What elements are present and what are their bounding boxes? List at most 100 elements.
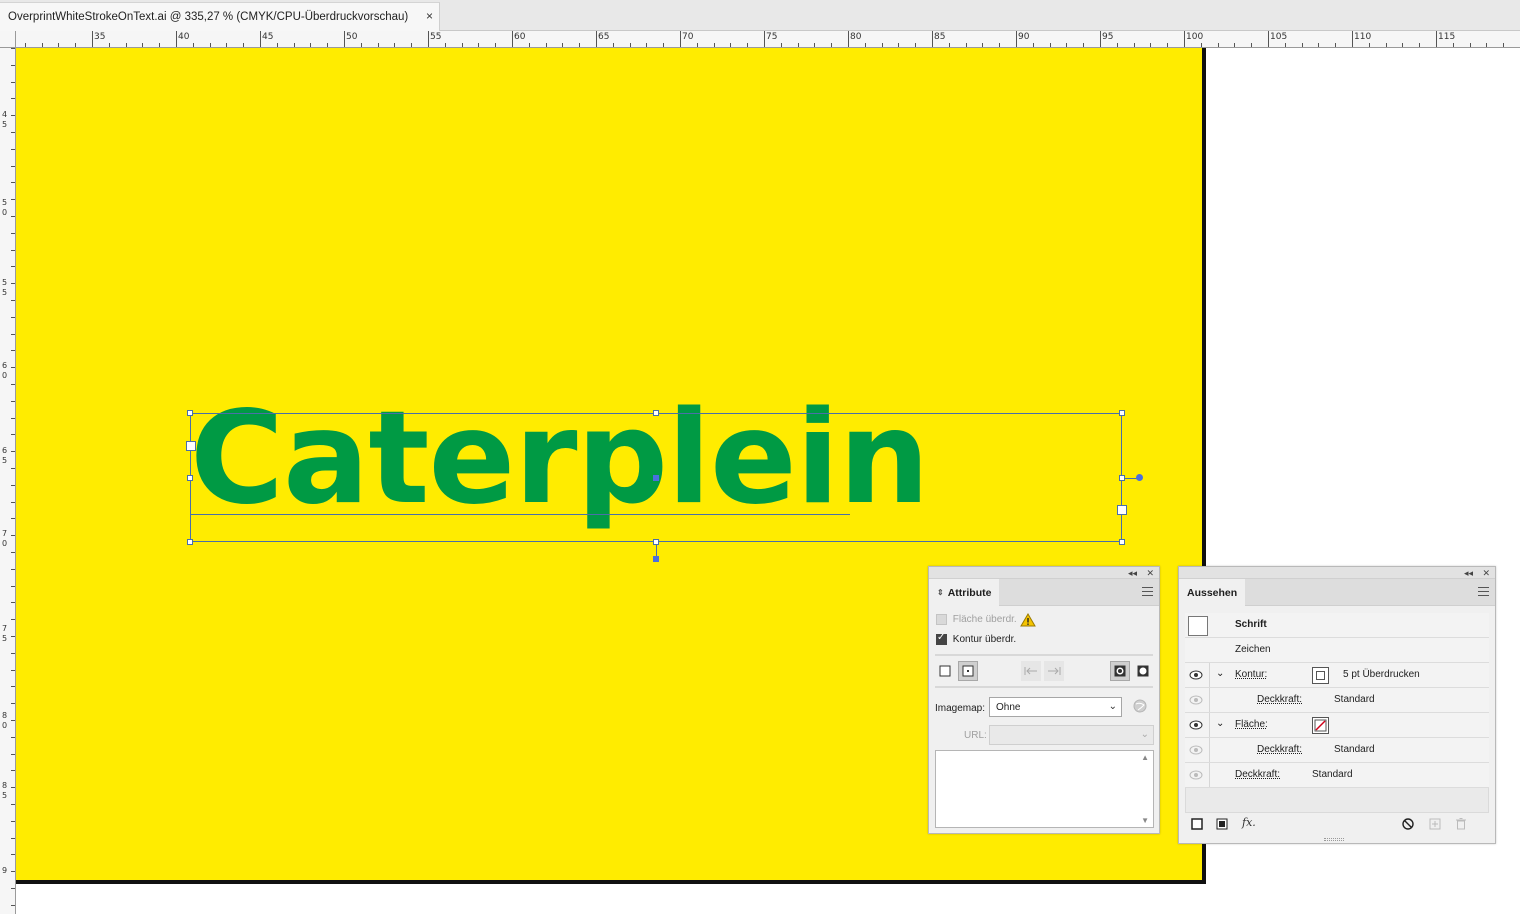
stroke-row[interactable]: ⌄ Kontur: 5 pt Überdrucken [1185,663,1489,688]
stroke-opacity-row[interactable]: Deckkraft: Standard [1185,688,1489,713]
ruler-label: 5 [2,288,8,297]
clear-appearance-icon[interactable] [1402,818,1414,833]
ruler-tick [11,518,15,520]
reverse-path-on-button[interactable] [1044,661,1064,681]
ruler-tick [1083,43,1085,47]
close-tab-icon[interactable]: × [426,9,433,23]
text-in-port[interactable] [186,441,196,451]
close-panel-icon[interactable]: ✕ [1146,567,1154,579]
attribute-panel-titlebar[interactable]: ◂◂ ✕ [929,567,1159,579]
no-center-button[interactable] [935,661,955,681]
trash-icon[interactable] [1455,818,1467,833]
handle-top-right[interactable] [1119,410,1125,416]
resize-grip[interactable] [1324,838,1344,841]
add-new-effect-icon[interactable]: fx. [1242,816,1256,829]
document-tab-title: OverprintWhiteStrokeOnText.ai @ 335,27 %… [8,11,409,23]
imagemap-select[interactable]: Ohne ⌄ [989,697,1122,717]
close-panel-icon[interactable]: ✕ [1482,567,1490,579]
fill-row[interactable]: ⌄ Fläche: [1185,713,1489,738]
handle-bottom-left[interactable] [187,539,193,545]
scroll-down-icon[interactable]: ▼ [1141,816,1149,825]
even-odd-button[interactable] [1133,661,1153,681]
handle-middle-left[interactable] [187,475,193,481]
show-center-button[interactable] [958,661,978,681]
ruler-tick [142,43,144,47]
stroke-label[interactable]: Kontur: [1235,669,1267,680]
ruler-major-tick [848,31,849,47]
ruler-label: 70 [682,32,694,42]
type-widget-handle[interactable] [1136,474,1143,481]
document-tab[interactable]: OverprintWhiteStrokeOnText.ai @ 335,27 %… [0,2,440,31]
ruler-tick [948,43,950,47]
collapse-panel-icon[interactable]: ◂◂ [1464,567,1473,579]
ruler-label: 60 [514,32,526,42]
text-baseline [190,514,850,515]
character-label: Zeichen [1235,644,1271,655]
ruler-tick [747,43,749,47]
ruler-tick [646,43,648,47]
notes-textarea[interactable]: ▲ ▼ [935,750,1154,828]
visibility-eye-icon[interactable] [1189,695,1203,705]
chevron-down-icon[interactable]: ⌄ [1216,718,1224,729]
url-select[interactable]: ⌄ [989,725,1154,745]
reverse-path-off-button[interactable] [1021,661,1041,681]
ruler-tick [11,266,15,268]
vertical-ruler[interactable]: 4550556065707580859 [0,48,16,914]
ruler-tick [11,619,15,621]
ruler-tick [11,367,15,369]
fill-overprint-checkbox[interactable] [936,614,947,625]
duplicate-item-icon[interactable] [1429,818,1441,833]
fill-opacity-label[interactable]: Deckkraft: [1257,744,1302,755]
horizontal-ruler[interactable]: 35 40 45 50 55 60 65 70 75 80 85 90 95 100 105 110 115 [16,31,1520,48]
fill-opacity-row[interactable]: Deckkraft: Standard [1185,738,1489,763]
ruler-label: 80 [850,32,862,42]
rotate-widget-handle[interactable] [653,556,659,562]
visibility-eye-icon[interactable] [1189,670,1203,680]
browser-globe-icon[interactable] [1133,699,1147,716]
fill-none-swatch[interactable] [1312,717,1329,734]
ruler-tick [11,115,15,117]
visibility-eye-icon[interactable] [1189,770,1203,780]
ruler-tick [11,552,15,553]
visibility-eye-icon[interactable] [1189,720,1203,730]
handle-bottom-right[interactable] [1119,539,1125,545]
collapse-panel-icon[interactable]: ◂◂ [1128,567,1137,579]
nonzero-winding-button[interactable] [1110,661,1130,681]
ruler-origin[interactable] [0,31,16,48]
tab-aussehen[interactable]: Aussehen [1179,579,1246,606]
appearance-panel-titlebar[interactable]: ◂◂ ✕ [1179,567,1495,579]
ruler-tick [11,585,15,587]
ruler-label: 5 [2,634,8,643]
ruler-tick [797,43,799,47]
stroke-opacity-label[interactable]: Deckkraft: [1257,694,1302,705]
character-row[interactable]: Zeichen [1185,638,1489,663]
object-name: Schrift [1235,619,1267,630]
object-row[interactable]: Schrift [1185,613,1489,638]
ruler-major-tick [1016,31,1017,47]
object-opacity-row[interactable]: Deckkraft: Standard [1185,763,1489,788]
fill-label[interactable]: Fläche: [1235,719,1268,730]
add-new-stroke-icon[interactable] [1191,818,1203,833]
visibility-eye-icon[interactable] [1189,745,1203,755]
ruler-major-tick [932,31,933,47]
object-opacity-label[interactable]: Deckkraft: [1235,769,1280,780]
chevron-down-icon[interactable]: ⌄ [1216,668,1224,679]
scroll-up-icon[interactable]: ▲ [1141,753,1149,762]
attribute-panel-menu-icon[interactable] [1142,587,1153,599]
ruler-tick [11,165,15,167]
tab-attribute[interactable]: ⇕ Attribute [929,579,1000,606]
object-thumbnail [1188,616,1208,636]
fill-opacity-value: Standard [1334,744,1375,755]
handle-top-left[interactable] [187,410,193,416]
ruler-label: 9 [2,866,8,875]
handle-top-center[interactable] [653,410,659,416]
ruler-label: 8 [2,711,8,720]
appearance-panel-menu-icon[interactable] [1478,587,1489,599]
stroke-swatch[interactable] [1312,667,1329,684]
ruler-tick [11,888,15,889]
ruler-tick [444,43,446,47]
ruler-tick [11,232,15,234]
stroke-overprint-checkbox[interactable] [936,632,947,645]
text-out-port[interactable] [1117,505,1127,515]
add-new-fill-icon[interactable] [1216,818,1228,833]
